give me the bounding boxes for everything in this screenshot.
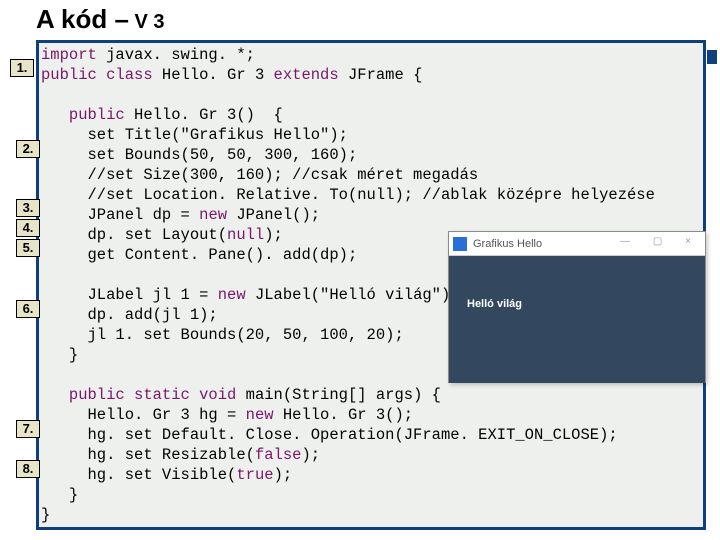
code-text: main(String[] args) { bbox=[236, 386, 441, 404]
code-text: get Content. Pane(). add(dp); bbox=[41, 246, 357, 264]
kw-new: new bbox=[246, 406, 274, 424]
annotation-6: 6. bbox=[16, 300, 40, 318]
annotation-7: 7. bbox=[16, 420, 40, 438]
code-text: Hello. Gr 3 hg = bbox=[41, 406, 246, 424]
title-main: A kód – bbox=[36, 4, 129, 34]
annotation-5: 5. bbox=[16, 239, 40, 257]
annotation-3: 3. bbox=[16, 199, 40, 217]
kw-new: new bbox=[199, 206, 227, 224]
preview-window: Grafikus Hello — ▢ × Helló világ bbox=[448, 231, 706, 383]
kw-true: true bbox=[236, 466, 273, 484]
kw-public-class: public class bbox=[41, 66, 153, 84]
code-text: JFrame { bbox=[339, 66, 423, 84]
code-text: set Title("Grafikus Hello"); bbox=[41, 126, 348, 144]
annotation-2: 2. bbox=[16, 140, 40, 158]
preview-body: Helló világ bbox=[449, 256, 705, 383]
code-text: JLabel jl 1 = bbox=[41, 286, 218, 304]
java-icon bbox=[453, 237, 467, 251]
slide-title: A kód – V 3 bbox=[36, 4, 165, 35]
code-text: //set Location. Relative. To(null); //ab… bbox=[41, 186, 655, 204]
code-text: hg. set Default. Close. Operation(JFrame… bbox=[41, 426, 618, 444]
code-text: hg. set Resizable( bbox=[41, 446, 255, 464]
code-text: jl 1. set Bounds(20, 50, 100, 20); bbox=[41, 326, 404, 344]
code-text: } bbox=[41, 506, 50, 524]
kw-false: false bbox=[255, 446, 302, 464]
kw-public: public bbox=[41, 106, 125, 124]
preview-label: Helló világ bbox=[467, 298, 522, 310]
code-text: } bbox=[41, 346, 78, 364]
window-controls: — ▢ × bbox=[620, 236, 701, 247]
kw-null: null bbox=[227, 226, 264, 244]
code-text: } bbox=[41, 486, 78, 504]
preview-titlebar: Grafikus Hello — ▢ × bbox=[449, 232, 705, 256]
kw-extends: extends bbox=[274, 66, 339, 84]
code-text: dp. add(jl 1); bbox=[41, 306, 218, 324]
code-text: set Bounds(50, 50, 300, 160); bbox=[41, 146, 357, 164]
annotation-8: 8. bbox=[16, 460, 40, 478]
code-text: JPanel dp = bbox=[41, 206, 199, 224]
code-text: hg. set Visible( bbox=[41, 466, 236, 484]
code-text: Hello. Gr 3 bbox=[153, 66, 274, 84]
code-text: //set Size(300, 160); //csak méret megad… bbox=[41, 166, 478, 184]
code-text: Hello. Gr 3(); bbox=[274, 406, 414, 424]
annotation-4: 4. bbox=[16, 219, 40, 237]
code-text: dp. set Layout( bbox=[41, 226, 227, 244]
annotation-1: 1. bbox=[10, 59, 34, 77]
title-sub: V 3 bbox=[129, 11, 165, 33]
code-text: JPanel(); bbox=[227, 206, 320, 224]
code-text: javax. swing. *; bbox=[97, 46, 255, 64]
decor-bar bbox=[707, 50, 717, 64]
code-text: JLabel("Helló világ"); bbox=[246, 286, 460, 304]
code-text: ); bbox=[264, 226, 283, 244]
kw-psvm: public static void bbox=[41, 386, 236, 404]
preview-title: Grafikus Hello bbox=[473, 238, 542, 250]
kw-new: new bbox=[218, 286, 246, 304]
code-text: ); bbox=[274, 466, 293, 484]
code-text: ); bbox=[301, 446, 320, 464]
code-text: Hello. Gr 3() { bbox=[125, 106, 283, 124]
kw-import: import bbox=[41, 46, 97, 64]
